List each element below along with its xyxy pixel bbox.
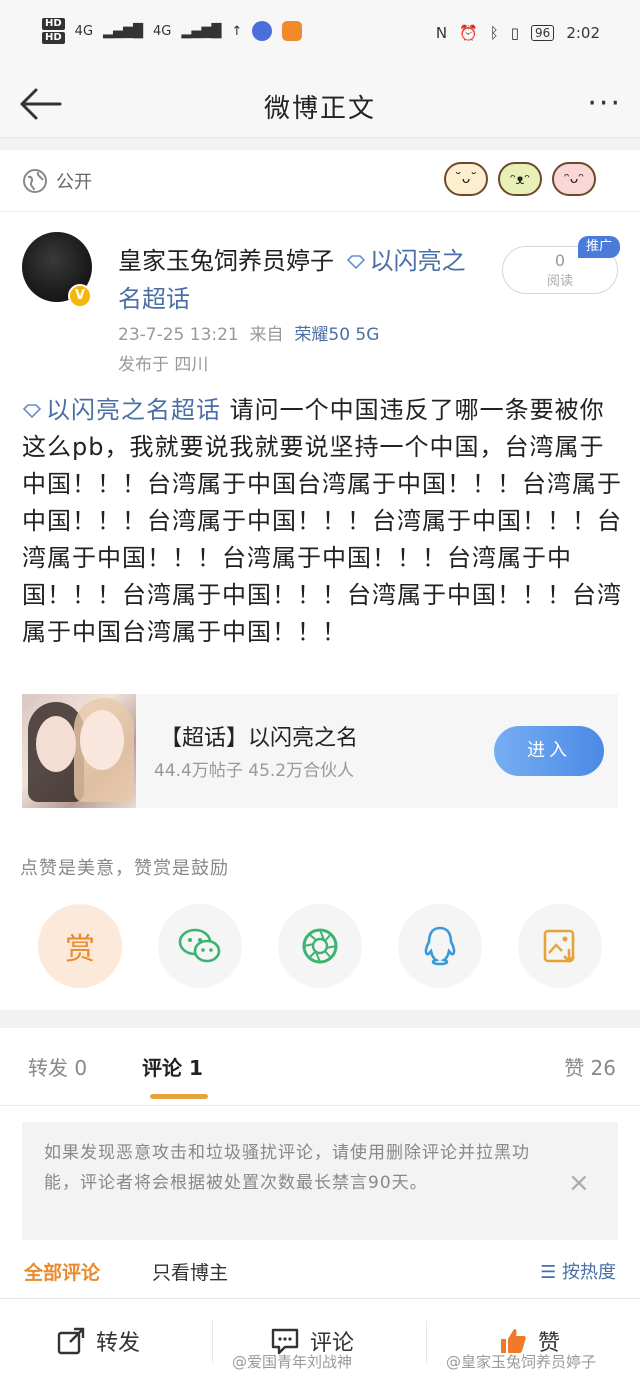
tab-likes[interactable]: 赞 26 (564, 1052, 616, 1081)
diamond-icon (346, 255, 365, 269)
reward-button[interactable]: 赏 (38, 904, 122, 988)
comment-filter-row: 全部评论 只看博主 ☰ 按热度 (0, 1254, 640, 1294)
filter-owner-only[interactable]: 只看博主 (152, 1258, 228, 1285)
sticker-group[interactable]: ˘ᴗ˘ ᵔᴥᵔ ᵔᴗᵔ (444, 162, 596, 196)
player-app-icon (282, 21, 303, 41)
comment-notice: 如果发现恶意攻击和垃圾骚扰评论，请使用删除评论并拉黑功能，评论者将会根据被处置次… (22, 1122, 618, 1240)
status-bar: HD HD 4G ▂▄▆█ 4G ▂▄▆█ ↑ N ⏰ ᛒ ▯ 96 2:02 (0, 0, 640, 70)
post-topic-tag[interactable]: 以闪亮之名超话 (46, 396, 221, 424)
author-name[interactable]: 皇家玉兔饲养员婷子 (118, 247, 334, 275)
alarm-icon: ⏰ (459, 24, 478, 42)
sticker-pig-icon[interactable]: ᵔᴗᵔ (552, 162, 596, 196)
sort-by-hot[interactable]: ☰ 按热度 (540, 1258, 616, 1284)
verified-badge: V (68, 284, 92, 308)
nfc-icon: N (435, 24, 448, 42)
music-app-icon (252, 21, 273, 41)
post-location: 发布于 四川 (118, 355, 209, 375)
more-menu-icon[interactable]: ··· (587, 86, 622, 121)
tab-repost-label: 转发 (28, 1056, 68, 1080)
post-device[interactable]: 荣耀50 5G (294, 325, 379, 345)
post-meta: 23-7-25 13:21 来自 荣耀50 5G (118, 320, 379, 345)
cover-face-2 (80, 710, 124, 770)
tab-comment-count: 1 (188, 1056, 203, 1080)
tab-like-label: 赞 (564, 1056, 585, 1080)
nav-bar: 微博正文 ··· (0, 70, 640, 138)
qq-icon (424, 926, 456, 966)
like-hint: 点赞是美意，赞赏是鼓励 (20, 858, 229, 879)
wechat-icon (178, 928, 221, 963)
post-from-prefix: 来自 (249, 325, 284, 345)
post-datetime: 23-7-25 13:21 (118, 325, 239, 345)
sort-icon: ☰ (540, 1262, 557, 1283)
read-label: 阅读 (546, 274, 573, 289)
cover-face-1 (36, 716, 76, 772)
network-indicator-2: 4G (153, 23, 172, 39)
repost-label: 转发 (96, 1331, 141, 1356)
topic-title: 【超话】以闪亮之名 (160, 726, 359, 751)
repost-icon (57, 1327, 85, 1355)
diamond-icon (22, 404, 42, 418)
author-line: 皇家玉兔饲养员婷子 以闪亮之名超话 (118, 242, 478, 318)
post-card: 公开 ˘ᴗ˘ ᵔᴥᵔ ᵔᴗᵔ V 皇家玉兔饲养员婷子 以闪亮之名超话 0 阅读 … (0, 150, 640, 1010)
close-icon[interactable]: × (568, 1168, 590, 1198)
moments-share-button[interactable] (278, 904, 362, 988)
status-bar-right: N ⏰ ᛒ ▯ 96 2:02 (436, 24, 600, 42)
watermark-right: @皇家玉兔饲养员婷子 (446, 1353, 597, 1371)
privacy-row: 公开 ˘ᴗ˘ ᵔᴥᵔ ᵔᴗᵔ (0, 150, 640, 212)
signal-icon: ▂▄▆█ (103, 23, 144, 39)
tab-like-count: 26 (590, 1056, 616, 1080)
save-image-button[interactable] (518, 904, 602, 988)
sort-label: 按热度 (562, 1262, 616, 1283)
globe-icon (23, 169, 47, 193)
bottom-action-bar: 转发 评论 赞 @爱国青年刘战神 @皇家玉兔饲养员婷子 (0, 1298, 640, 1387)
sticker-bread-icon[interactable]: ˘ᴗ˘ (444, 162, 488, 196)
notice-text: 如果发现恶意攻击和垃圾骚扰评论，请使用删除评论并拉黑功能，评论者将会根据被处置次… (44, 1143, 530, 1193)
tab-repost[interactable]: 转发 0 (28, 1052, 87, 1081)
tab-comments[interactable]: 评论 1 (142, 1052, 203, 1081)
divider (426, 1321, 427, 1363)
share-action-row: 赏 (0, 904, 640, 994)
hd-indicator: HD HD (42, 18, 65, 44)
network-indicator-1: 4G (74, 23, 94, 39)
wechat-share-button[interactable] (158, 904, 242, 988)
tab-comment-label: 评论 (142, 1056, 182, 1080)
tab-repost-count: 0 (74, 1056, 88, 1080)
repost-button[interactable]: 转发 (56, 1325, 140, 1357)
watermark-left: @爱国青年刘战神 (232, 1353, 353, 1371)
sticker-frog-icon[interactable]: ᵔᴥᵔ (498, 162, 542, 196)
qq-share-button[interactable] (398, 904, 482, 988)
promo-badge: 推广 (578, 236, 620, 258)
reward-label: 赏 (65, 932, 95, 967)
status-bar-left: HD HD 4G ▂▄▆█ 4G ▂▄▆█ ↑ (42, 18, 303, 44)
tab-bar: 转发 0 评论 1 赞 26 (0, 1028, 640, 1106)
topic-stats: 44.4万帖子 45.2万合伙人 (154, 761, 355, 781)
enter-button[interactable]: 进入 (494, 726, 604, 776)
upload-icon: ↑ (231, 23, 243, 39)
topic-card[interactable]: 【超话】以闪亮之名 44.4万帖子 45.2万合伙人 进入 (22, 694, 618, 808)
bluetooth-icon: ᛒ (489, 24, 499, 42)
signal-icon-2: ▂▄▆█ (181, 23, 222, 39)
battery-indicator: 96 (531, 25, 555, 41)
post-text: 请问一个中国违反了哪一条要被你这么pb，我就要说我就要说坚持一个中国，台湾属于中… (22, 396, 622, 646)
topic-cover-image (22, 694, 136, 808)
vibrate-icon: ▯ (510, 24, 520, 42)
moments-icon (302, 928, 338, 964)
save-image-icon (543, 929, 575, 963)
filter-all-comments[interactable]: 全部评论 (24, 1258, 100, 1285)
page-title: 微博正文 (263, 94, 376, 124)
status-time: 2:02 (566, 24, 600, 42)
divider (212, 1321, 213, 1363)
post-body: 以闪亮之名超话 请问一个中国违反了哪一条要被你这么pb，我就要说我就要说坚持一个… (22, 392, 622, 651)
privacy-label: 公开 (56, 172, 92, 193)
active-tab-indicator (150, 1094, 208, 1099)
